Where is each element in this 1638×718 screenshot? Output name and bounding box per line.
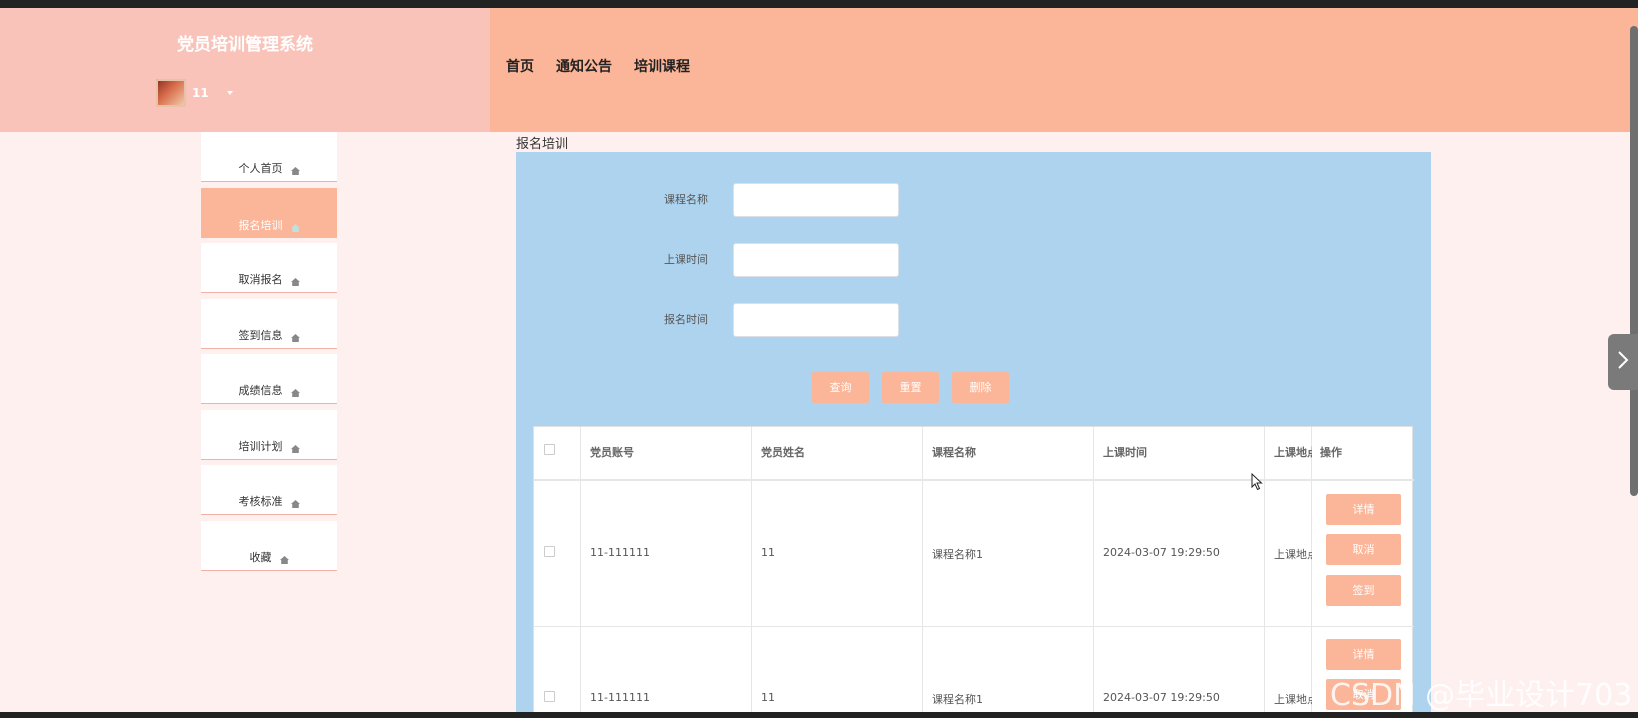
field-label: 课程名称 <box>664 193 708 206</box>
cell-place: 上课地点 <box>1274 693 1312 706</box>
sidebar-item-training-plan[interactable]: 培训计划 <box>201 409 337 460</box>
chevron-down-icon <box>226 91 233 95</box>
main-panel: 课程名称 上课时间 报名时间 查询 重置 删除 党员账号 党员姓名 课程名称 上… <box>516 152 1431 718</box>
cell-time: 2024-03-07 19:29:50 <box>1103 546 1220 559</box>
side-drawer-toggle[interactable] <box>1608 334 1638 390</box>
field-label: 上课时间 <box>664 253 708 266</box>
enroll-table: 党员账号 党员姓名 课程名称 上课时间 上课地点 操作 11-111111 11… <box>533 426 1414 718</box>
table-column <box>1094 427 1265 718</box>
sidebar-item-label: 签到信息 <box>238 328 283 342</box>
detail-button[interactable]: 详情 <box>1326 639 1401 670</box>
search-row-class-time: 上课时间 <box>516 243 1431 277</box>
table-row-divider <box>534 626 1414 627</box>
column-header: 上课地点 <box>1274 446 1312 459</box>
sidebar-item-label: 个人首页 <box>238 162 283 175</box>
nav-item-home[interactable]: 首页 <box>506 56 534 76</box>
table-column <box>752 427 923 718</box>
cell-account: 11-111111 <box>590 691 650 704</box>
field-label: 报名时间 <box>664 313 708 326</box>
user-name: 11 <box>192 86 209 100</box>
window-bottom-bar <box>0 712 1638 718</box>
column-header: 课程名称 <box>932 446 976 459</box>
search-actions: 查询 重置 删除 <box>812 372 1009 403</box>
home-icon <box>290 500 300 508</box>
breadcrumb: 报名培训 <box>516 137 569 152</box>
window-top-bar <box>0 0 1638 8</box>
search-row-course-name: 课程名称 <box>516 183 1431 217</box>
user-menu[interactable]: 11 <box>156 78 233 108</box>
sign-in-button[interactable]: 签到 <box>1326 575 1401 606</box>
column-header: 党员姓名 <box>761 446 805 459</box>
home-icon <box>290 389 300 397</box>
cell-place: 上课地点 <box>1274 548 1312 561</box>
home-icon <box>290 333 300 342</box>
sidebar-item-label: 收藏 <box>249 550 272 564</box>
sidebar-item-personal-home[interactable]: 个人首页 <box>201 132 337 182</box>
column-header: 上课时间 <box>1103 446 1147 459</box>
sidebar-item-favorites[interactable]: 收藏 <box>201 520 337 571</box>
sidebar-item-label: 报名培训 <box>238 218 283 232</box>
top-nav: 首页 通知公告 培训课程 <box>506 56 690 76</box>
column-header: 操作 <box>1320 444 1342 460</box>
home-icon <box>290 223 300 232</box>
table-header-divider <box>534 479 1414 481</box>
cancel-button[interactable]: 取消 <box>1326 534 1401 565</box>
query-button[interactable]: 查询 <box>812 372 869 403</box>
home-icon <box>290 167 300 175</box>
sidebar-item-label: 成绩信息 <box>238 384 283 397</box>
row-checkbox[interactable] <box>544 691 555 702</box>
table-column <box>534 427 581 718</box>
cell-account: 11-111111 <box>590 546 650 559</box>
sidebar: 个人首页 报名培训 取消报名 签到信息 成绩信息 培训计划 考核标准 收藏 <box>201 132 337 576</box>
detail-button[interactable]: 详情 <box>1326 494 1401 525</box>
sidebar-item-label: 培训计划 <box>238 439 283 453</box>
course-name-input[interactable] <box>733 183 899 217</box>
enroll-time-input[interactable] <box>733 303 899 337</box>
chevron-right-icon <box>1617 351 1629 373</box>
row-checkbox[interactable] <box>544 546 555 557</box>
page-scrollbar[interactable] <box>1630 26 1638 496</box>
home-icon <box>290 278 300 286</box>
sidebar-item-assessment[interactable]: 考核标准 <box>201 465 337 515</box>
avatar <box>156 79 186 107</box>
mouse-cursor-icon <box>1251 472 1263 495</box>
sidebar-item-label: 取消报名 <box>238 273 283 286</box>
search-row-enroll-time: 报名时间 <box>516 303 1431 337</box>
cell-course: 课程名称1 <box>932 548 983 561</box>
delete-button[interactable]: 删除 <box>952 372 1009 403</box>
watermark: CSDN @毕业设计703 <box>1330 678 1633 713</box>
class-time-input[interactable] <box>733 243 899 277</box>
select-all-checkbox[interactable] <box>544 444 555 455</box>
sidebar-item-scores[interactable]: 成绩信息 <box>201 354 337 404</box>
reset-button[interactable]: 重置 <box>882 372 939 403</box>
nav-item-courses[interactable]: 培训课程 <box>634 56 690 76</box>
sidebar-item-enroll[interactable]: 报名培训 <box>201 187 337 238</box>
home-icon <box>279 555 289 564</box>
nav-item-notices[interactable]: 通知公告 <box>556 56 612 76</box>
sidebar-item-label: 考核标准 <box>238 495 283 508</box>
cell-name: 11 <box>761 546 775 559</box>
app-title: 党员培训管理系统 <box>177 35 313 55</box>
brand-panel: 党员培训管理系统 11 <box>0 8 490 132</box>
sidebar-item-cancel-enroll[interactable]: 取消报名 <box>201 243 337 293</box>
table-column <box>581 427 752 718</box>
home-icon <box>290 444 300 453</box>
column-header: 党员账号 <box>590 446 634 459</box>
cell-name: 11 <box>761 691 775 704</box>
cell-course: 课程名称1 <box>932 693 983 706</box>
table-column <box>923 427 1094 718</box>
cell-time: 2024-03-07 19:29:50 <box>1103 691 1220 704</box>
sidebar-item-sign-in[interactable]: 签到信息 <box>201 298 337 349</box>
table-column <box>1265 427 1312 718</box>
